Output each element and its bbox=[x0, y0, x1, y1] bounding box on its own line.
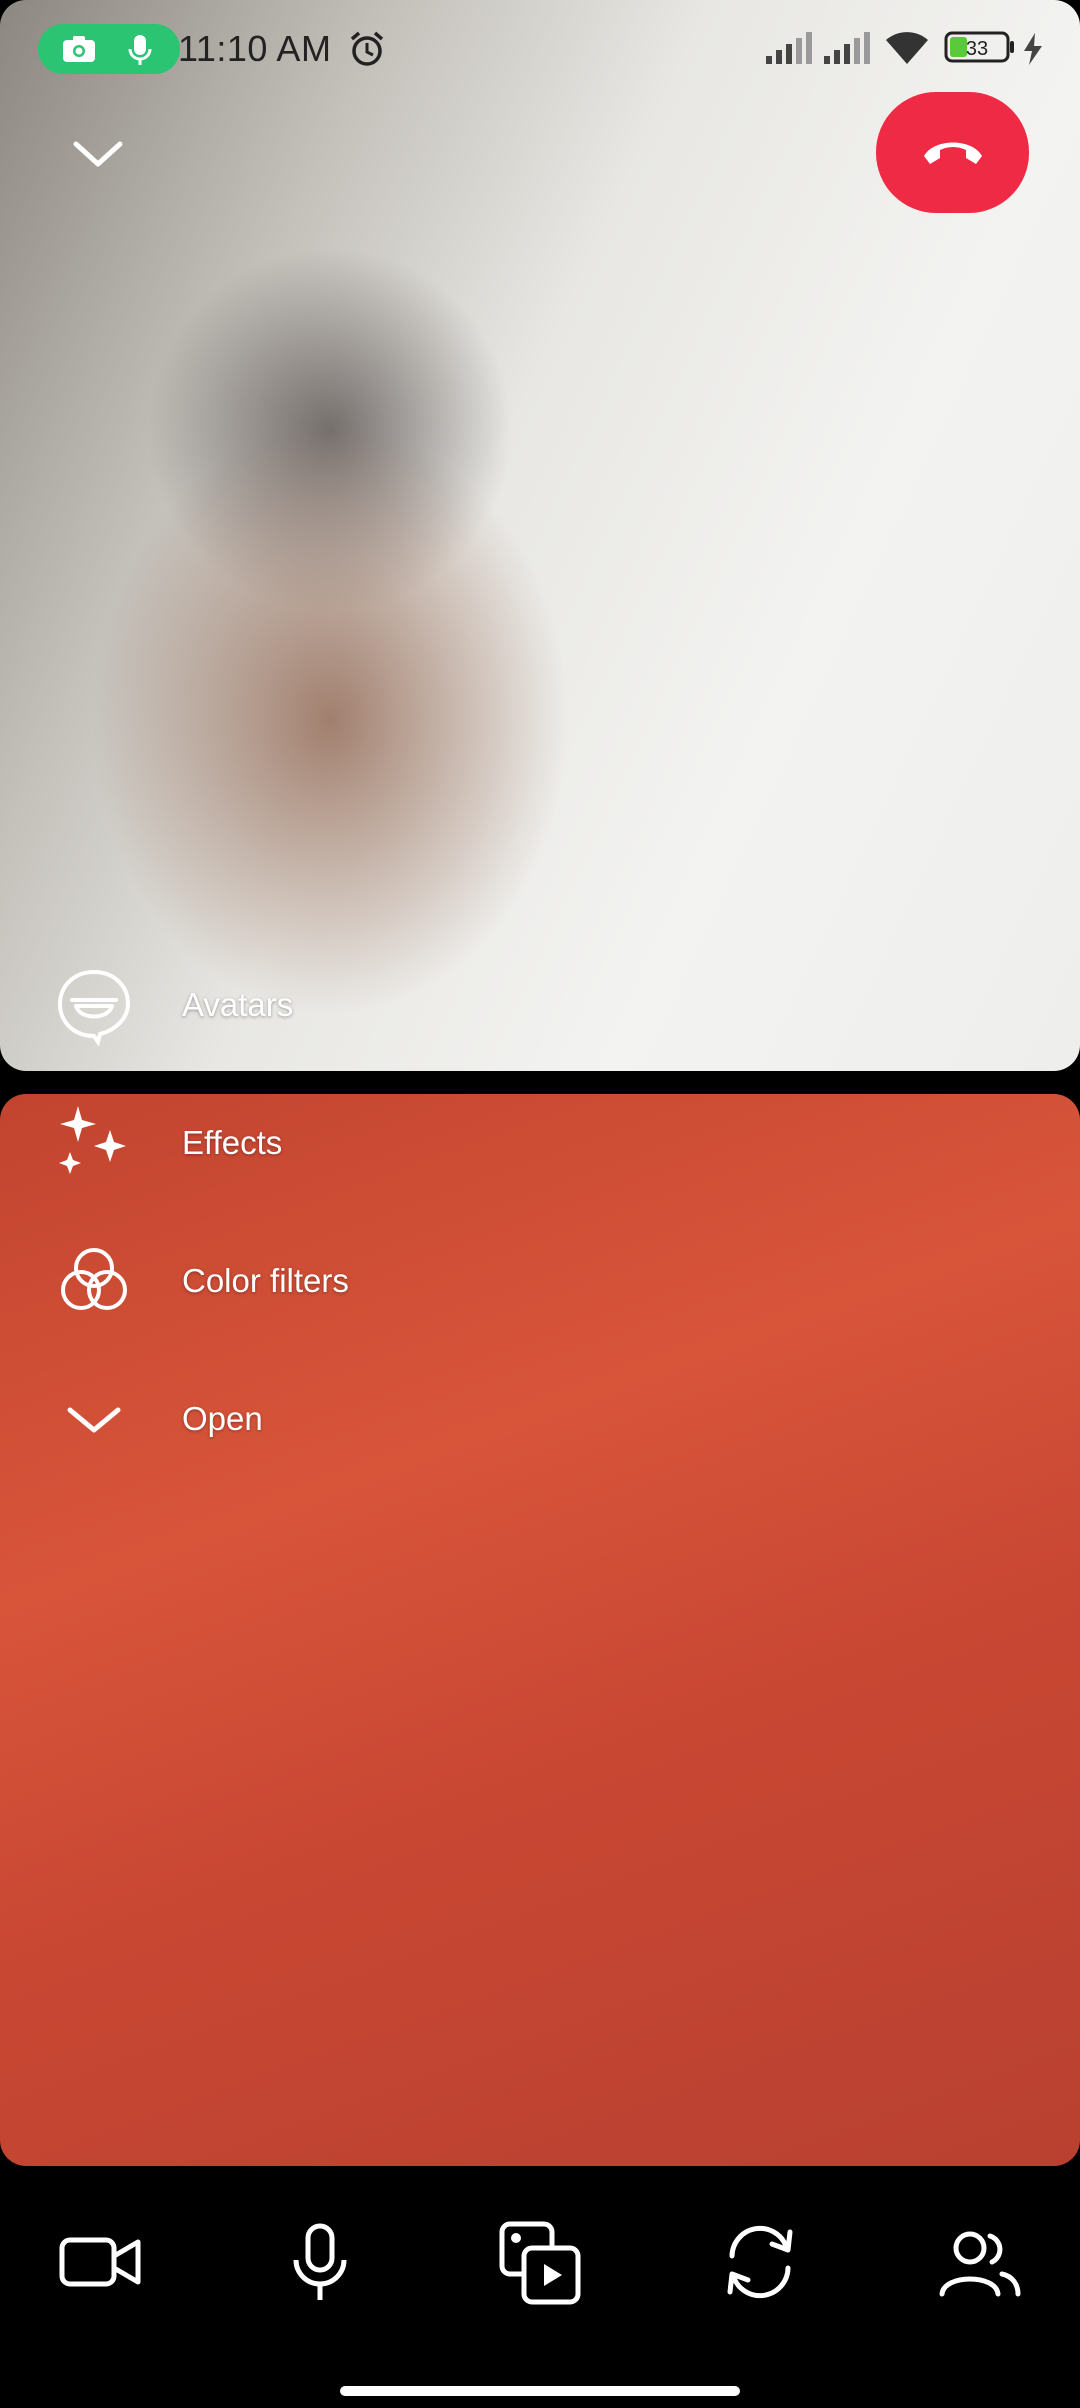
open-label: Open bbox=[182, 1400, 263, 1437]
microphone-icon bbox=[293, 2223, 347, 2300]
mic-in-use-icon bbox=[128, 35, 152, 65]
battery-level: 33 bbox=[966, 38, 988, 60]
open-more-button[interactable]: Open bbox=[54, 1380, 474, 1460]
participants-button[interactable] bbox=[930, 2212, 1030, 2312]
effects-label: Effects bbox=[182, 1124, 283, 1161]
call-controls-bar bbox=[0, 2166, 1080, 2408]
color-filters-label: Color filters bbox=[182, 1262, 349, 1299]
video-camera-icon bbox=[59, 2237, 141, 2287]
camera-in-use-icon bbox=[63, 36, 95, 62]
status-time: 11:10 AM bbox=[178, 28, 332, 69]
flip-camera-button[interactable] bbox=[710, 2212, 810, 2312]
share-media-button[interactable] bbox=[490, 2212, 590, 2312]
chevron-down-icon bbox=[67, 1407, 121, 1433]
wifi-icon bbox=[886, 32, 928, 64]
sparkles-icon bbox=[59, 1106, 126, 1174]
chevron-down-icon bbox=[73, 141, 123, 167]
effects-button[interactable]: Effects bbox=[54, 1104, 474, 1184]
signal-icon bbox=[766, 32, 812, 64]
collapse-call-button[interactable] bbox=[66, 130, 130, 180]
avatars-button[interactable]: Avatars bbox=[54, 966, 474, 1046]
video-toggle-button[interactable] bbox=[50, 2212, 150, 2312]
home-indicator[interactable] bbox=[340, 2386, 740, 2396]
signal-icon bbox=[824, 32, 870, 64]
charging-icon bbox=[1024, 33, 1042, 65]
participants-icon bbox=[939, 2231, 1021, 2297]
battery-icon: 33 bbox=[944, 31, 1014, 63]
end-call-button[interactable] bbox=[876, 92, 1029, 213]
color-filter-icon bbox=[61, 1248, 127, 1310]
avatar-icon bbox=[57, 969, 131, 1046]
color-filters-button[interactable]: Color filters bbox=[54, 1242, 474, 1322]
alarm-icon bbox=[350, 31, 384, 66]
end-call-icon bbox=[924, 142, 982, 164]
recording-indicator bbox=[38, 24, 180, 74]
flip-camera-icon bbox=[727, 2225, 793, 2299]
media-share-icon bbox=[499, 2221, 581, 2305]
avatars-label: Avatars bbox=[182, 986, 294, 1023]
microphone-toggle-button[interactable] bbox=[270, 2212, 370, 2312]
status-bar: 11:10 AM 33 bbox=[0, 0, 1080, 100]
